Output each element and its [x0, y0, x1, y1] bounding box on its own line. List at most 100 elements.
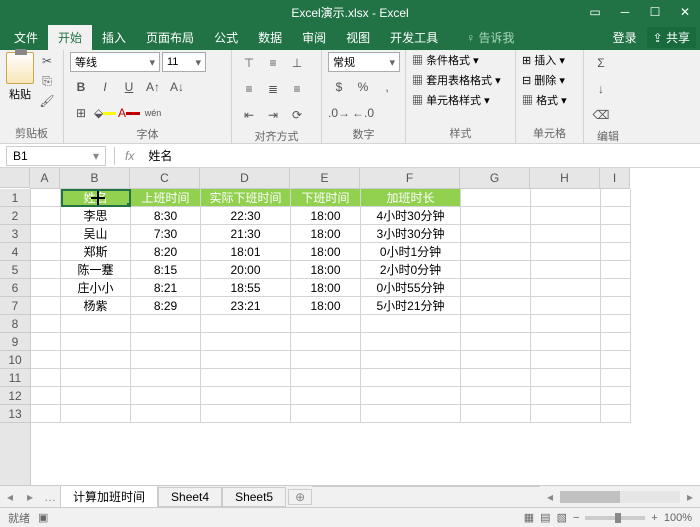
cell[interactable] [531, 225, 601, 243]
hscroll-right[interactable]: ▸ [680, 490, 700, 504]
view-break-icon[interactable]: ▧ [557, 511, 567, 524]
maximize-icon[interactable]: ☐ [640, 0, 670, 24]
format-painter-icon[interactable]: 🖌 [38, 92, 56, 110]
cell[interactable] [461, 333, 531, 351]
tab-data[interactable]: 数据 [248, 25, 292, 50]
fx-icon[interactable]: fx [125, 149, 134, 163]
row-header[interactable]: 11 [0, 369, 30, 387]
cell[interactable]: 22:30 [201, 207, 291, 225]
cell[interactable] [291, 351, 361, 369]
cell[interactable] [291, 333, 361, 351]
cell[interactable]: 郑斯 [61, 243, 131, 261]
cell[interactable]: 0小时55分钟 [361, 279, 461, 297]
tab-file[interactable]: 文件 [4, 25, 48, 50]
formula-input[interactable]: 姓名 [142, 147, 700, 164]
orientation-icon[interactable]: ⟳ [286, 104, 308, 126]
sheet-nav-next[interactable]: ▸ [20, 490, 40, 504]
cell[interactable]: 0小时1分钟 [361, 243, 461, 261]
cell[interactable] [601, 333, 631, 351]
comma-icon[interactable]: , [376, 76, 398, 98]
view-layout-icon[interactable]: ▤ [540, 511, 550, 524]
cell[interactable]: 4小时30分钟 [361, 207, 461, 225]
cell[interactable] [531, 207, 601, 225]
cell[interactable] [361, 333, 461, 351]
cell[interactable] [461, 279, 531, 297]
cell[interactable] [531, 405, 601, 423]
tab-view[interactable]: 视图 [336, 25, 380, 50]
column-header[interactable]: C [130, 168, 200, 188]
cell[interactable] [361, 315, 461, 333]
border-button[interactable]: ⊞ [70, 102, 92, 124]
tab-review[interactable]: 审阅 [292, 25, 336, 50]
cell[interactable]: 8:21 [131, 279, 201, 297]
align-bottom-icon[interactable]: ⊥ [286, 52, 308, 74]
zoom-out-icon[interactable]: − [573, 512, 579, 524]
cell[interactable]: 18:00 [291, 225, 361, 243]
cell[interactable] [61, 369, 131, 387]
cell[interactable]: 实际下班时间 [201, 189, 291, 207]
cell[interactable]: 18:00 [291, 243, 361, 261]
close-icon[interactable]: ✕ [670, 0, 700, 24]
cell[interactable] [461, 369, 531, 387]
column-header[interactable]: I [600, 168, 630, 188]
delete-cells-button[interactable]: ⊟ 删除 ▾ [522, 72, 565, 88]
row-header[interactable]: 7 [0, 297, 30, 315]
column-header[interactable]: F [360, 168, 460, 188]
decrease-font-icon[interactable]: A↓ [166, 76, 188, 98]
cell[interactable] [601, 405, 631, 423]
cell[interactable] [131, 351, 201, 369]
cell[interactable] [601, 387, 631, 405]
cell[interactable]: 21:30 [201, 225, 291, 243]
cell[interactable] [291, 315, 361, 333]
cell[interactable] [201, 351, 291, 369]
cell[interactable] [461, 297, 531, 315]
cell[interactable] [31, 387, 61, 405]
cell[interactable] [461, 261, 531, 279]
row-header[interactable]: 2 [0, 207, 30, 225]
cell[interactable] [601, 189, 631, 207]
format-cells-button[interactable]: ▦ 格式 ▾ [522, 92, 567, 108]
align-middle-icon[interactable]: ≡ [262, 52, 284, 74]
row-header[interactable]: 10 [0, 351, 30, 369]
font-name-combo[interactable]: 等线▾ [70, 52, 160, 72]
copy-icon[interactable]: ⎘ [38, 72, 56, 90]
cell[interactable] [601, 315, 631, 333]
tab-home[interactable]: 开始 [48, 25, 92, 50]
cell[interactable] [461, 405, 531, 423]
align-top-icon[interactable]: ⊤ [238, 52, 260, 74]
table-format-button[interactable]: ▦ 套用表格格式 ▾ [412, 72, 501, 88]
cell[interactable] [291, 387, 361, 405]
cell[interactable]: 8:30 [131, 207, 201, 225]
cell[interactable] [531, 315, 601, 333]
tab-layout[interactable]: 页面布局 [136, 25, 204, 50]
cell[interactable]: 23:21 [201, 297, 291, 315]
cell[interactable] [461, 207, 531, 225]
login-button[interactable]: 登录 [603, 25, 647, 50]
insert-cells-button[interactable]: ⊞ 插入 ▾ [522, 52, 565, 68]
name-box[interactable]: B1▾ [6, 146, 106, 166]
cell[interactable] [31, 279, 61, 297]
cell[interactable]: 李思 [61, 207, 131, 225]
cell[interactable] [31, 369, 61, 387]
cell[interactable]: 庄小小 [61, 279, 131, 297]
indent-right-icon[interactable]: ⇥ [262, 104, 284, 126]
cell[interactable] [201, 369, 291, 387]
cell[interactable] [601, 351, 631, 369]
align-left-icon[interactable]: ≡ [238, 78, 260, 100]
cell[interactable]: 18:01 [201, 243, 291, 261]
cell[interactable]: 3小时30分钟 [361, 225, 461, 243]
cell[interactable] [361, 369, 461, 387]
align-right-icon[interactable]: ≡ [286, 78, 308, 100]
cell[interactable]: 18:55 [201, 279, 291, 297]
row-header[interactable]: 12 [0, 387, 30, 405]
increase-font-icon[interactable]: A↑ [142, 76, 164, 98]
cell[interactable] [61, 351, 131, 369]
currency-icon[interactable]: $ [328, 76, 350, 98]
cell[interactable]: 杨紫 [61, 297, 131, 315]
cell[interactable] [461, 243, 531, 261]
ribbon-options-icon[interactable]: ▭ [580, 0, 610, 24]
cell[interactable] [531, 369, 601, 387]
cell[interactable] [201, 405, 291, 423]
cell[interactable] [31, 261, 61, 279]
cell[interactable] [31, 207, 61, 225]
